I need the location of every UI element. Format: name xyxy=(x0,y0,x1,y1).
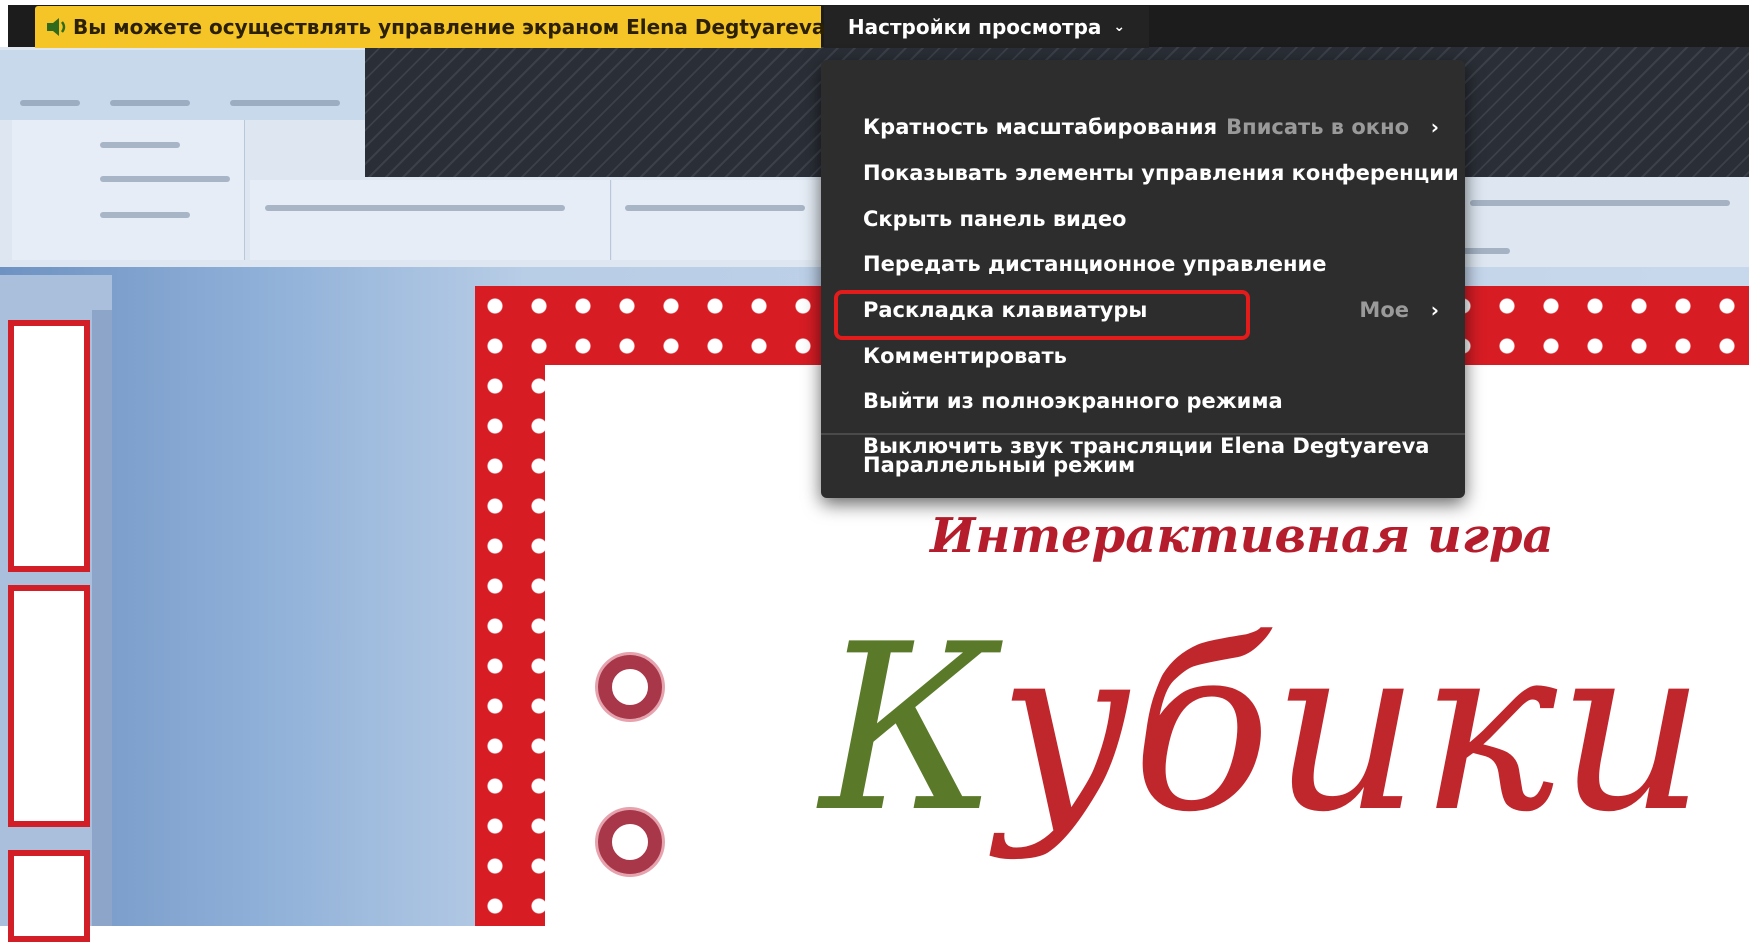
menu-divider xyxy=(821,433,1465,435)
annotation-highlight-box xyxy=(834,290,1250,340)
ribbon-group-slides xyxy=(12,120,245,260)
menu-item-exit-fullscreen[interactable]: Выйти из полноэкранного режима xyxy=(821,378,1465,424)
menu-item-side-by-side[interactable]: Параллельный режим xyxy=(821,442,1465,488)
ppt-ribbon-tabs xyxy=(0,50,370,120)
ring-decoration xyxy=(598,655,662,719)
ribbon-group-font xyxy=(250,180,611,260)
speaker-icon xyxy=(45,16,69,38)
ribbon-text xyxy=(100,142,180,148)
chevron-right-icon: › xyxy=(1430,298,1439,322)
ribbon-text xyxy=(110,100,190,106)
slide-thumbnail[interactable] xyxy=(8,585,90,827)
notice-text: Вы можете осуществлять управление экрано… xyxy=(73,15,826,39)
ribbon-text xyxy=(230,100,340,106)
slide-main-word: Кубики xyxy=(820,600,1740,860)
ribbon-text xyxy=(265,205,565,211)
ribbon-text xyxy=(20,100,80,106)
menu-item-label: Показывать элементы управления конференц… xyxy=(863,161,1459,185)
menu-item-label: Скрыть панель видео xyxy=(863,207,1127,231)
menu-item-show-meeting-controls[interactable]: Показывать элементы управления конференц… xyxy=(821,150,1465,196)
menu-item-label: Параллельный режим xyxy=(863,453,1136,477)
ribbon-text xyxy=(100,212,190,218)
view-settings-button[interactable]: Настройки просмотра ⌄ xyxy=(824,6,1149,48)
menu-item-label: Передать дистанционное управление xyxy=(863,252,1327,276)
ribbon-text xyxy=(625,205,805,211)
menu-item-label: Выйти из полноэкранного режима xyxy=(863,389,1283,413)
slide-thumbnail[interactable] xyxy=(8,320,90,572)
ribbon-text xyxy=(100,176,230,182)
slide-word-rest: убики xyxy=(998,596,1706,863)
view-settings-menu: Кратность масштабирования Вписать в окно… xyxy=(821,60,1465,498)
menu-item-label: Комментировать xyxy=(863,344,1067,368)
menu-item-label: Кратность масштабирования xyxy=(863,115,1218,139)
menu-item-value: Вписать в окно xyxy=(1226,115,1409,139)
chevron-down-icon: ⌄ xyxy=(1113,19,1126,35)
ribbon-group-paragraph xyxy=(612,180,823,260)
ribbon-text xyxy=(1470,200,1730,206)
menu-item-give-remote-control[interactable]: Передать дистанционное управление xyxy=(821,241,1465,287)
slide-title: Интерактивная игра xyxy=(930,508,1554,564)
ring-decoration xyxy=(598,810,662,874)
slide-thumbnail[interactable] xyxy=(8,850,90,942)
thumbnail-scrollbar[interactable] xyxy=(92,310,112,926)
remote-control-notice: Вы можете осуществлять управление экрано… xyxy=(35,6,825,48)
menu-item-hide-video-panel[interactable]: Скрыть панель видео xyxy=(821,196,1465,242)
menu-item-value: Мое xyxy=(1359,298,1409,322)
slide-word-first-letter: К xyxy=(820,596,999,863)
menu-item-zoom-ratio[interactable]: Кратность масштабирования Вписать в окно… xyxy=(821,104,1465,150)
view-settings-label: Настройки просмотра xyxy=(847,15,1102,39)
chevron-right-icon: › xyxy=(1430,115,1439,139)
